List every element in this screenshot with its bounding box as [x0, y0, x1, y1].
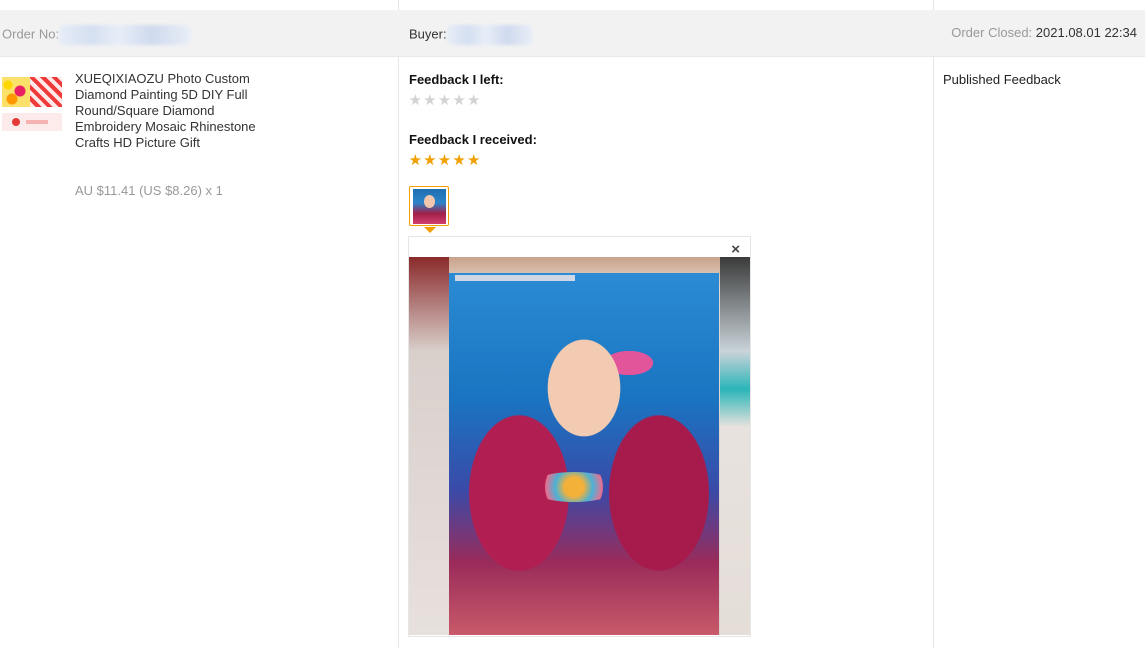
order-number-label: Order No: — [2, 26, 60, 42]
feedback-left-label: Feedback I left: — [409, 72, 504, 87]
column-divider — [933, 56, 934, 648]
buyer: Buyer: — [409, 25, 533, 45]
feedback-photo-thumbnail-image — [413, 189, 446, 224]
feedback-photo-large — [409, 257, 750, 635]
star-icon: ★ — [423, 152, 437, 169]
product-title-link[interactable]: XUEQIXIAOZU Photo Custom Diamond Paintin… — [75, 71, 265, 151]
product-thumbnail-bottom — [2, 113, 62, 131]
order-number: Order No: — [2, 25, 192, 45]
star-icon: ★ — [423, 92, 437, 109]
star-icon: ★ — [452, 92, 466, 109]
photo-background-left — [409, 257, 449, 635]
star-icon: ★ — [437, 92, 452, 109]
feedback-received-rating: ★ ★ ★ ★ ★ — [408, 153, 481, 168]
product-thumbnail-top — [2, 77, 62, 107]
feedback-received-label: Feedback I received: — [409, 132, 537, 147]
canvas-label-strip — [455, 275, 575, 281]
caret-down-icon — [424, 227, 436, 233]
close-icon[interactable]: × — [731, 241, 740, 258]
photo-background-right — [720, 257, 750, 635]
photo-viewer: × — [408, 236, 751, 637]
order-number-redacted — [59, 25, 192, 45]
order-closed-label: Order Closed: — [951, 25, 1033, 40]
painting-necklace-detail — [529, 472, 619, 502]
order-closed: Order Closed: 2021.08.01 22:34 — [951, 25, 1137, 40]
star-icon: ★ — [466, 152, 481, 169]
column-divider — [398, 0, 399, 10]
star-icon: ★ — [452, 152, 466, 169]
top-strip — [0, 0, 1145, 10]
feedback-left-rating: ★ ★ ★ ★ ★ — [408, 93, 481, 108]
column-divider — [398, 56, 399, 648]
order-header: Order No: Buyer: Order Closed: 2021.08.0… — [0, 10, 1145, 57]
star-icon: ★ — [437, 152, 452, 169]
feedback-status: Published Feedback — [943, 72, 1061, 87]
buyer-name-redacted — [446, 25, 533, 45]
star-icon: ★ — [408, 92, 423, 109]
column-divider — [933, 0, 934, 10]
star-icon: ★ — [466, 92, 481, 109]
product-price: AU $11.41 (US $8.26) x 1 — [75, 183, 223, 198]
product-thumbnail[interactable] — [2, 77, 62, 131]
buyer-label: Buyer: — [409, 26, 447, 42]
order-closed-date: 2021.08.01 22:34 — [1035, 25, 1137, 40]
feedback-photo-thumbnail[interactable] — [409, 186, 449, 226]
star-icon: ★ — [408, 152, 423, 169]
diamond-painting-image — [449, 273, 719, 635]
